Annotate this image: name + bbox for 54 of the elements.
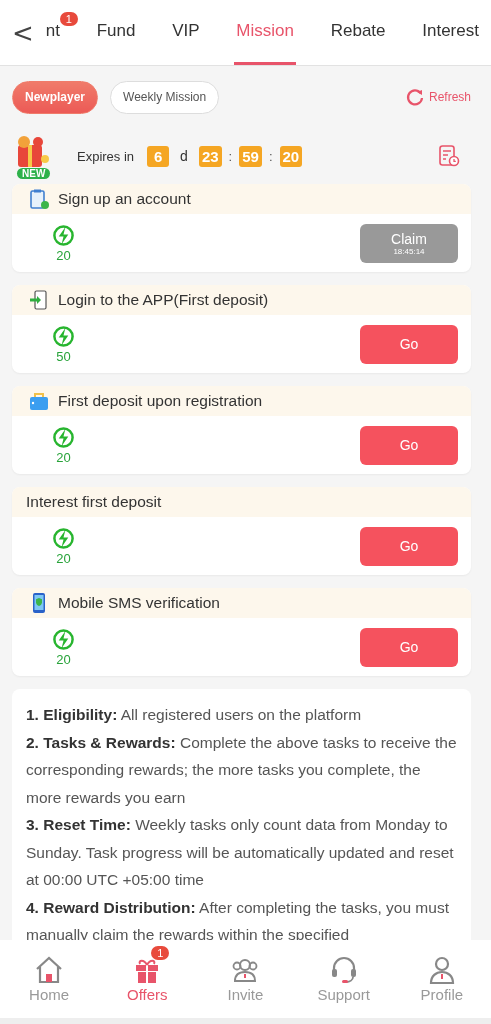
tab[interactable]: Fund xyxy=(94,0,138,65)
separator: : xyxy=(268,148,273,164)
history-icon[interactable] xyxy=(437,144,461,168)
lightning-icon xyxy=(52,627,75,651)
reward-amount: 50 xyxy=(56,348,71,364)
lightning-icon xyxy=(52,223,75,247)
go-button[interactable]: Go xyxy=(360,627,458,667)
tab[interactable]: Mission xyxy=(234,0,296,65)
nav-item[interactable]: Profile xyxy=(401,954,482,1003)
clipboard-icon xyxy=(28,188,50,210)
lightning-icon xyxy=(52,425,75,449)
filter-chip[interactable]: Weekly Mission xyxy=(110,80,220,114)
go-button[interactable]: Go xyxy=(360,324,458,364)
phone-login-icon xyxy=(28,289,50,311)
lightning-icon xyxy=(52,324,75,348)
rule-text: 1. Eligibility: All registered users on the platform xyxy=(26,705,363,725)
reward-amount: 20 xyxy=(56,247,71,263)
task-title: Sign up an account xyxy=(58,190,191,208)
countdown-hours: 23 xyxy=(198,145,222,167)
nav-item[interactable]: Support xyxy=(303,954,384,1003)
countdown-minutes: 59 xyxy=(239,145,262,167)
tab[interactable]: VIP xyxy=(170,0,202,65)
reward-amount: 20 xyxy=(56,550,71,566)
nav-item[interactable]: Invite xyxy=(205,954,286,1003)
refresh-icon[interactable] xyxy=(404,87,425,107)
go-button[interactable]: Go xyxy=(360,425,458,465)
wallet-icon xyxy=(28,390,50,412)
notification-badge: 1 xyxy=(151,946,170,960)
tab[interactable]: Interest xyxy=(420,0,481,65)
rule-text: 3. Reset Time: Weekly tasks only count data from Monday to Sunday. Task progress will be automatically updated and reset at 00:00 UTC +05:00 time xyxy=(26,815,455,890)
lightning-icon xyxy=(52,526,75,550)
task-title: First deposit upon registration xyxy=(58,392,263,410)
filter-chip[interactable]: Newplayer xyxy=(12,80,99,114)
countdown-seconds: 20 xyxy=(279,145,303,167)
separator: : xyxy=(228,148,233,164)
day-unit: d xyxy=(180,148,188,164)
nav-item[interactable]: Home xyxy=(9,954,90,1003)
refresh-link[interactable]: Refresh xyxy=(428,90,471,104)
countdown-days: 6 xyxy=(147,145,170,167)
rule-text: 4. Reward Distribution: After completing the tasks, you must manually claim the rewards within the specified xyxy=(26,897,450,945)
go-button[interactable]: Go xyxy=(360,526,458,566)
rule-text: 2. Tasks & Rewards: Complete the above tasks to receive the corresponding rewards; the more tasks you complete, the more rewards you earn xyxy=(26,732,457,808)
task-title: Interest first deposit xyxy=(26,493,162,511)
task-title: Login to the APP(First deposit) xyxy=(58,291,269,309)
task-title: Mobile SMS verification xyxy=(58,594,220,612)
back-button[interactable]: < xyxy=(0,17,44,48)
tab[interactable]: nt xyxy=(43,0,62,65)
expires-label: Expires in xyxy=(77,148,135,164)
reward-amount: 20 xyxy=(56,449,71,465)
notification-badge: 1 xyxy=(59,12,78,26)
reward-amount: 20 xyxy=(56,651,71,667)
tab[interactable]: Rebate xyxy=(328,0,388,65)
new-badge: NEW xyxy=(17,168,51,179)
claim-button[interactable]: Claim 18:45:14 xyxy=(360,223,458,263)
